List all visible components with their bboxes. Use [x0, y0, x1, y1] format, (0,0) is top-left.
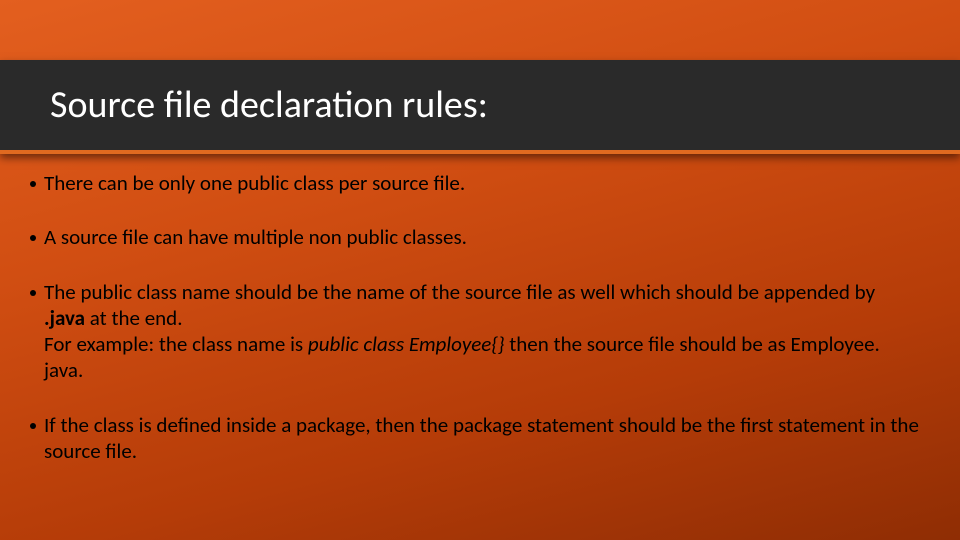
text-italic: public class Employee{} — [308, 331, 505, 357]
bullet-text: There can be only one public class per s… — [44, 170, 920, 196]
bullet-text: If the class is defined inside a package… — [44, 412, 920, 465]
slide-title: Source file declaration rules: — [50, 82, 488, 128]
bullet-dot-icon — [30, 235, 36, 241]
text-run: at the end. — [85, 305, 182, 331]
text-run: For example: the class name is — [44, 331, 308, 357]
bullet-text: The public class name should be the name… — [44, 279, 920, 332]
bullet-subline: For example: the class name is public cl… — [44, 331, 920, 384]
text-run: The public class name should be the name… — [44, 279, 875, 305]
bullet-dot-icon — [30, 423, 36, 429]
bullet-item: If the class is defined inside a package… — [30, 412, 920, 465]
title-bar: Source file declaration rules: — [0, 60, 960, 154]
slide-content: There can be only one public class per s… — [30, 170, 920, 492]
bullet-item: There can be only one public class per s… — [30, 170, 920, 196]
bullet-dot-icon — [30, 290, 36, 296]
bullet-dot-icon — [30, 181, 36, 187]
bullet-item: The public class name should be the name… — [30, 279, 920, 384]
text-bold: .java — [44, 305, 85, 331]
slide: Source file declaration rules: There can… — [0, 0, 960, 540]
bullet-text: A source file can have multiple non publ… — [44, 224, 920, 250]
bullet-item: A source file can have multiple non publ… — [30, 224, 920, 250]
